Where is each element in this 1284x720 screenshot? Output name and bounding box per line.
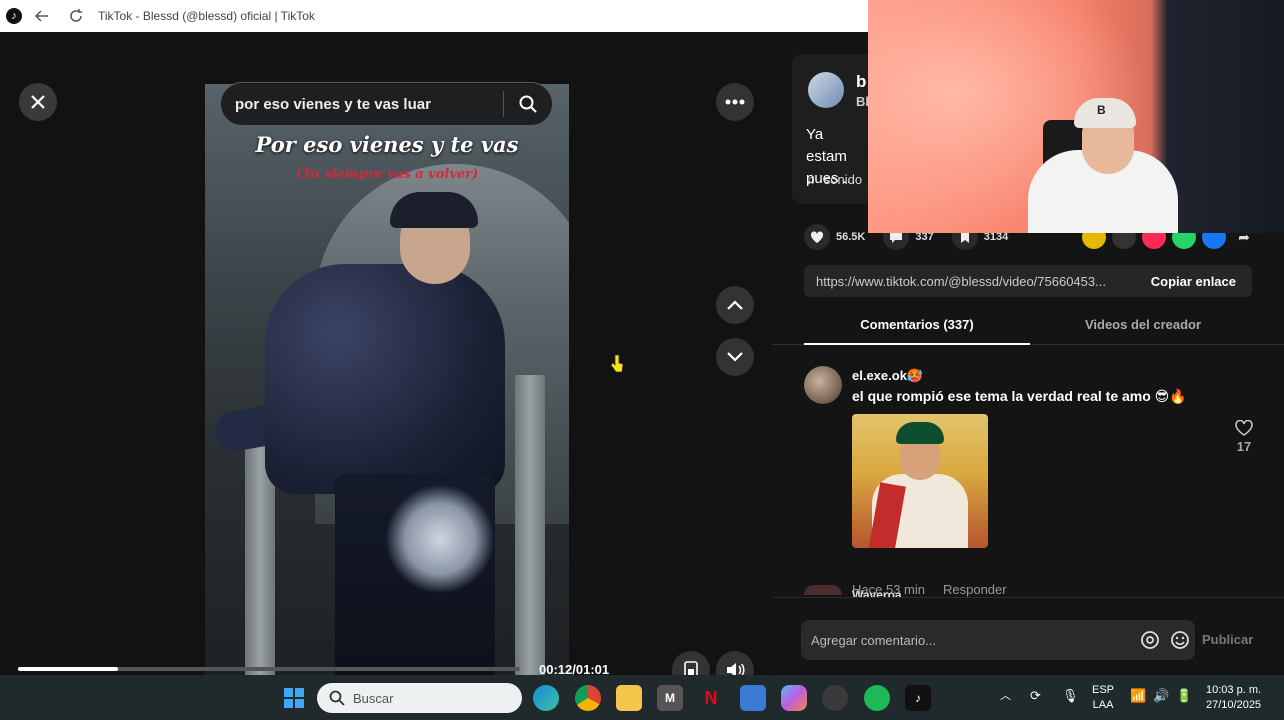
next-video-button[interactable] bbox=[716, 338, 754, 376]
copy-link-button[interactable]: Copiar enlace bbox=[1135, 274, 1252, 289]
arrow-left-icon bbox=[34, 10, 48, 22]
music-link[interactable]: ♫ sonido bbox=[806, 172, 862, 187]
previous-video-button[interactable] bbox=[716, 286, 754, 324]
comment-sticker-image[interactable] bbox=[852, 414, 988, 548]
comment-composer-area: Agregar comentario... Publicar bbox=[772, 597, 1284, 675]
tiktok-icon: ♪ bbox=[6, 8, 22, 24]
close-button[interactable] bbox=[19, 83, 57, 121]
reload-button[interactable] bbox=[62, 2, 90, 30]
file-explorer-icon[interactable] bbox=[616, 685, 642, 711]
mention-icon[interactable] bbox=[1135, 630, 1165, 650]
emoji-icon[interactable] bbox=[1165, 630, 1195, 650]
speaker-icon[interactable]: 🔊 bbox=[1153, 688, 1169, 703]
video-caption-title: Por eso vienes y te vas bbox=[255, 132, 519, 157]
sync-icon[interactable]: ⟳ bbox=[1030, 688, 1041, 703]
chrome-icon[interactable] bbox=[575, 685, 601, 711]
store-icon[interactable] bbox=[740, 685, 766, 711]
clock-time: 10:03 p. m. bbox=[1206, 684, 1262, 696]
clock[interactable]: 10:03 p. m. 27/10/2025 bbox=[1206, 683, 1261, 713]
spotify-icon[interactable] bbox=[864, 685, 890, 711]
windows-start-icon[interactable] bbox=[281, 685, 307, 711]
comment-placeholder: Agregar comentario... bbox=[811, 632, 937, 648]
comment-input[interactable]: Agregar comentario... bbox=[801, 620, 1195, 660]
wifi-icon[interactable]: 📶 bbox=[1130, 688, 1146, 703]
cap-logo: B bbox=[1097, 103, 1106, 117]
heart-icon bbox=[810, 230, 824, 243]
obs-icon[interactable] bbox=[822, 685, 848, 711]
next-commenter-avatar[interactable] bbox=[804, 585, 842, 595]
battery-icon[interactable]: 🔋 bbox=[1176, 688, 1192, 703]
reload-icon bbox=[70, 9, 82, 22]
search-input[interactable]: por eso vienes y te vas luar bbox=[220, 82, 553, 126]
windows-taskbar: Buscar M N ♪ ︿ ⟳ 🎙 ESP LAA 📶 🔊 🔋 10:03 p… bbox=[0, 675, 1284, 720]
tab-creator-videos[interactable]: Videos del creador bbox=[1030, 311, 1256, 345]
music-note-icon: ♫ bbox=[806, 172, 816, 187]
like-button[interactable]: 56.5K bbox=[804, 224, 865, 250]
language-indicator[interactable]: ESP LAA bbox=[1092, 683, 1114, 713]
like-count: 56.5K bbox=[836, 231, 866, 243]
share-link-row: https://www.tiktok.com/@blessd/video/756… bbox=[804, 265, 1252, 297]
edge-icon[interactable] bbox=[533, 685, 559, 711]
author-avatar[interactable] bbox=[808, 72, 844, 108]
search-icon bbox=[329, 690, 345, 706]
back-button[interactable] bbox=[28, 2, 56, 30]
language-code: ESP bbox=[1092, 684, 1115, 696]
clock-date: 27/10/2025 bbox=[1206, 699, 1262, 711]
reply-button[interactable]: Responder bbox=[943, 582, 1007, 597]
comment-text: el que rompió ese tema la verdad real te… bbox=[852, 388, 1187, 404]
commenter-avatar[interactable] bbox=[804, 366, 842, 404]
window-title: TikTok - Blessd (@blessd) oficial | TikT… bbox=[98, 9, 315, 23]
video-caption-subtitle: (Tu siempre vas a volver) bbox=[295, 167, 479, 182]
author-handle[interactable]: b bbox=[856, 72, 866, 92]
search-query: por eso vienes y te vas luar bbox=[235, 95, 431, 113]
webcam-overlay: B bbox=[868, 0, 1284, 233]
panel-tabs: Comentarios (337) Videos del creador bbox=[804, 311, 1284, 345]
keyboard-layout: LAA bbox=[1092, 699, 1114, 711]
comment-like-button[interactable]: 17 bbox=[1230, 419, 1258, 454]
music-label: sonido bbox=[823, 172, 863, 187]
close-icon bbox=[31, 95, 45, 109]
chevron-up-icon bbox=[727, 300, 743, 310]
ellipsis-icon bbox=[725, 99, 745, 105]
heart-outline-icon bbox=[1235, 419, 1253, 436]
video-player-area: Por eso vienes y te vas (Tu siempre vas … bbox=[0, 32, 772, 689]
tab-comments[interactable]: Comentarios (337) bbox=[804, 311, 1030, 345]
hand-cursor-icon bbox=[610, 354, 624, 373]
copilot-icon[interactable] bbox=[781, 685, 807, 711]
app-m-icon[interactable]: M bbox=[657, 685, 683, 711]
publish-button[interactable]: Publicar bbox=[1202, 632, 1253, 647]
search-icon[interactable] bbox=[504, 94, 552, 114]
taskbar-search-label: Buscar bbox=[353, 690, 394, 706]
commenter-username[interactable]: el.exe.ok🥵 bbox=[852, 368, 923, 384]
chevron-down-icon bbox=[727, 352, 743, 362]
more-options-button[interactable] bbox=[716, 83, 754, 121]
tiktok-taskbar-icon[interactable]: ♪ bbox=[905, 685, 931, 711]
video-progress-fill bbox=[18, 667, 119, 671]
microphone-icon[interactable]: 🎙 bbox=[1062, 688, 1079, 703]
share-url[interactable]: https://www.tiktok.com/@blessd/video/756… bbox=[804, 274, 1135, 289]
chevron-up-icon[interactable]: ︿ bbox=[1000, 689, 1011, 704]
comment-like-count: 17 bbox=[1236, 439, 1252, 454]
video-progress-bar[interactable] bbox=[18, 667, 520, 671]
taskbar-search[interactable]: Buscar bbox=[317, 683, 522, 713]
netflix-icon[interactable]: N bbox=[698, 685, 724, 711]
